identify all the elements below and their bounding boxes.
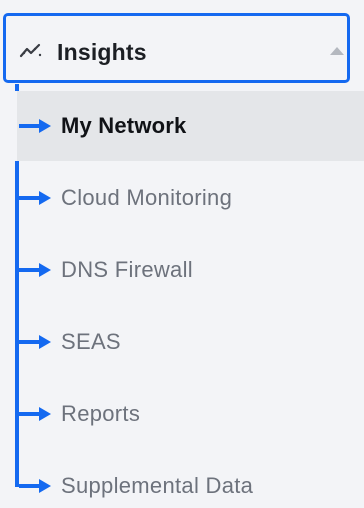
nav-item-my-network[interactable]: My Network <box>0 91 364 161</box>
nav-item-label: SEAS <box>61 329 121 354</box>
nav-item-cloud-monitoring[interactable]: Cloud Monitoring <box>0 163 364 233</box>
arrow-right-icon <box>39 335 51 349</box>
item-gutter <box>0 91 17 161</box>
sidebar-panel: Insights My Network Cloud Monitoring DNS… <box>0 0 364 508</box>
arrow-right-icon <box>39 263 51 277</box>
nav-item-label: Reports <box>61 401 141 426</box>
arrow-right-icon <box>39 407 51 421</box>
nav-item-supplemental-data[interactable]: Supplemental Data <box>0 451 364 508</box>
nav-item-label: Supplemental Data <box>61 473 254 498</box>
arrow-right-icon <box>39 191 51 205</box>
nav-item-dns-firewall[interactable]: DNS Firewall <box>0 235 364 305</box>
arrow-right-icon <box>39 479 51 493</box>
nav-item-reports[interactable]: Reports <box>0 379 364 449</box>
section-title: Insights <box>57 39 147 65</box>
arrow-right-icon <box>39 119 51 133</box>
caret-up-icon[interactable] <box>330 47 344 55</box>
nav-item-label: Cloud Monitoring <box>61 185 233 210</box>
nav-item-seas[interactable]: SEAS <box>0 307 364 377</box>
nav-item-label: DNS Firewall <box>61 257 193 282</box>
nav-item-label: My Network <box>61 113 187 138</box>
section-header-insights[interactable]: Insights <box>3 13 350 83</box>
trend-line-icon <box>19 41 43 59</box>
